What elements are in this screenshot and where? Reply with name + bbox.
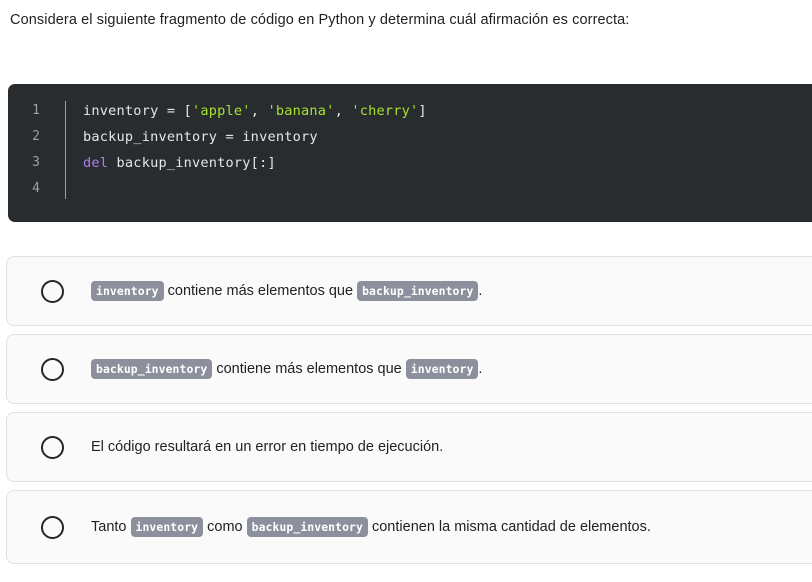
inline-code-chip: inventory — [405, 359, 479, 379]
answer-option-label: Tanto inventory como backup_inventory co… — [91, 517, 651, 537]
option-text-fragment: El código resultará en un error en tiemp… — [91, 439, 444, 455]
inline-code-chip: backup_inventory — [357, 281, 479, 301]
code-token-plain: , — [250, 103, 268, 119]
answer-option-1[interactable]: inventory contiene más elementos que bac… — [6, 256, 812, 326]
option-text-fragment: contienen la misma cantidad de elementos… — [367, 519, 651, 535]
code-token-plain: backup_inventory = inventory — [83, 129, 318, 145]
code-line: inventory = ['apple', 'banana', 'cherry'… — [83, 98, 427, 124]
code-token-plain: , — [334, 103, 352, 119]
option-text-fragment: contiene más elementos que — [212, 361, 406, 377]
answer-options-list: inventory contiene más elementos que bac… — [0, 256, 812, 572]
answer-option-label: El código resultará en un error en tiemp… — [91, 437, 443, 457]
code-token-plain: backup_inventory[:] — [108, 155, 276, 171]
code-gutter-divider — [65, 101, 66, 199]
radio-button-icon[interactable] — [41, 515, 64, 539]
inline-code-chip: inventory — [130, 517, 204, 537]
code-line-numbers: 1 2 3 4 — [8, 98, 54, 202]
answer-option-label: backup_inventory contiene más elementos … — [91, 359, 482, 379]
code-line: backup_inventory = inventory — [83, 124, 427, 150]
code-line-number: 4 — [32, 181, 40, 196]
answer-option-4[interactable]: Tanto inventory como backup_inventory co… — [6, 490, 812, 564]
inline-code-chip: backup_inventory — [246, 517, 368, 537]
code-block: 1 2 3 4 inventory = ['apple', 'banana', 'ch… — [8, 84, 812, 222]
answer-option-2[interactable]: backup_inventory contiene más elementos … — [6, 334, 812, 404]
code-token-string: 'apple' — [192, 103, 251, 119]
option-text-fragment: Tanto — [91, 519, 131, 535]
option-text-fragment: contiene más elementos que — [163, 283, 358, 299]
code-content: inventory = ['apple', 'banana', 'cherry'… — [54, 98, 427, 202]
code-line: del backup_inventory[:] — [83, 150, 427, 176]
code-line-number: 1 — [32, 103, 40, 118]
radio-button-icon[interactable] — [41, 279, 64, 303]
option-text-fragment: . — [478, 283, 483, 299]
code-token-keyword: del — [83, 155, 109, 171]
option-text-fragment: como — [203, 519, 247, 535]
option-text-fragment: . — [478, 361, 483, 377]
question-prompt: Considera el siguiente fragmento de códi… — [10, 12, 630, 28]
answer-option-3[interactable]: El código resultará en un error en tiemp… — [6, 412, 812, 482]
code-line-number: 2 — [32, 129, 40, 144]
inline-code-chip: backup_inventory — [91, 359, 213, 379]
code-token-plain: inventory = [ — [83, 103, 192, 119]
answer-option-label: inventory contiene más elementos que bac… — [91, 281, 482, 301]
code-token-plain: ] — [418, 103, 427, 119]
code-token-string: 'cherry' — [351, 103, 419, 119]
inline-code-chip: inventory — [91, 281, 164, 301]
code-token-string: 'banana' — [267, 103, 335, 119]
radio-button-icon[interactable] — [41, 435, 64, 459]
code-line-number: 3 — [32, 155, 40, 170]
radio-button-icon[interactable] — [41, 357, 64, 381]
